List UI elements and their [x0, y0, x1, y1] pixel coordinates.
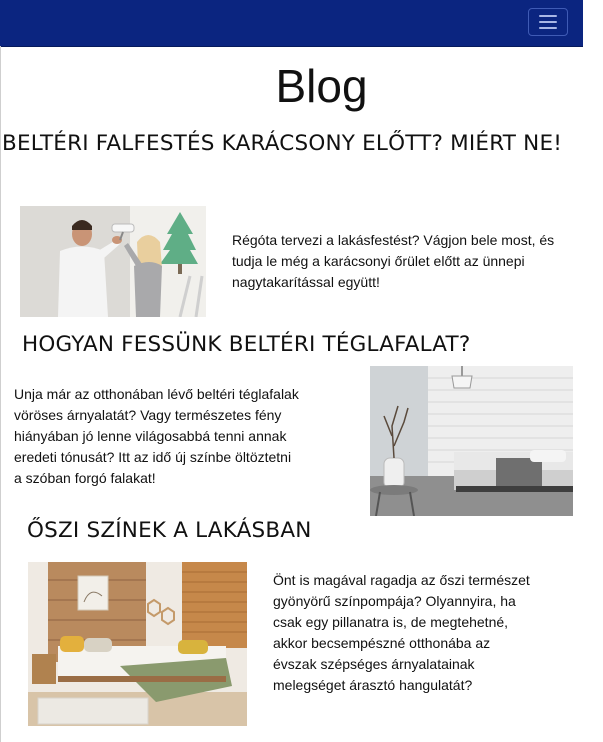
post-image-1[interactable]	[20, 206, 206, 317]
excerpt-line: tudja le még a karácsonyi őrület előtt a…	[232, 253, 525, 269]
top-navbar	[0, 0, 583, 47]
excerpt-line: akkor becsempészné otthonába az	[273, 635, 491, 651]
excerpt-line: nagytakarítással együtt!	[232, 274, 380, 290]
page-title: Blog	[275, 60, 368, 112]
excerpt-line: Önt is magával ragadja az őszi természet	[273, 572, 530, 588]
post-image-2[interactable]	[370, 366, 573, 516]
excerpt-line: a szóban forgó falakat!	[14, 470, 156, 486]
post-title-3[interactable]: ŐSZI SZÍNEK A LAKÁSBAN	[27, 518, 312, 543]
menu-bar	[539, 27, 557, 29]
excerpt-line: évszak szépséges árnyalatainak	[273, 656, 475, 672]
menu-bar	[539, 15, 557, 17]
post-title-1[interactable]: BELTÉRI FALFESTÉS KARÁCSONY ELŐTT? MIÉRT…	[2, 131, 562, 156]
excerpt-line: eredeti tónusát? Itt az idő új színbe öl…	[14, 449, 292, 465]
excerpt-line: hiányában jó lenne világosabbá tenni ann…	[14, 428, 287, 444]
excerpt-line: vöröses árnyalatát? Vagy természetes fén…	[14, 407, 282, 423]
excerpt-line: Unja már az otthonában lévő beltéri tégl…	[14, 386, 299, 402]
excerpt-line: gyönyörű színpompája? Olyannyira, ha	[273, 593, 516, 609]
menu-bar	[539, 21, 557, 23]
post-image-3[interactable]	[28, 562, 247, 726]
post-excerpt-1: Régóta tervezi a lakásfestést? Vágjon be…	[232, 230, 592, 293]
page-border	[0, 46, 1, 742]
post-excerpt-2: Unja már az otthonában lévő beltéri tégl…	[14, 384, 344, 489]
excerpt-line: csak egy pillanatra is, de megtehetné,	[273, 614, 509, 630]
excerpt-line: Régóta tervezi a lakásfestést? Vágjon be…	[232, 232, 555, 248]
excerpt-line: melegséget árasztó hangulatát?	[273, 677, 473, 693]
post-title-2[interactable]: HOGYAN FESSÜNK BELTÉRI TÉGLAFALAT?	[22, 332, 470, 357]
post-excerpt-3: Önt is magával ragadja az őszi természet…	[273, 570, 573, 696]
hamburger-menu-icon[interactable]	[528, 8, 568, 36]
